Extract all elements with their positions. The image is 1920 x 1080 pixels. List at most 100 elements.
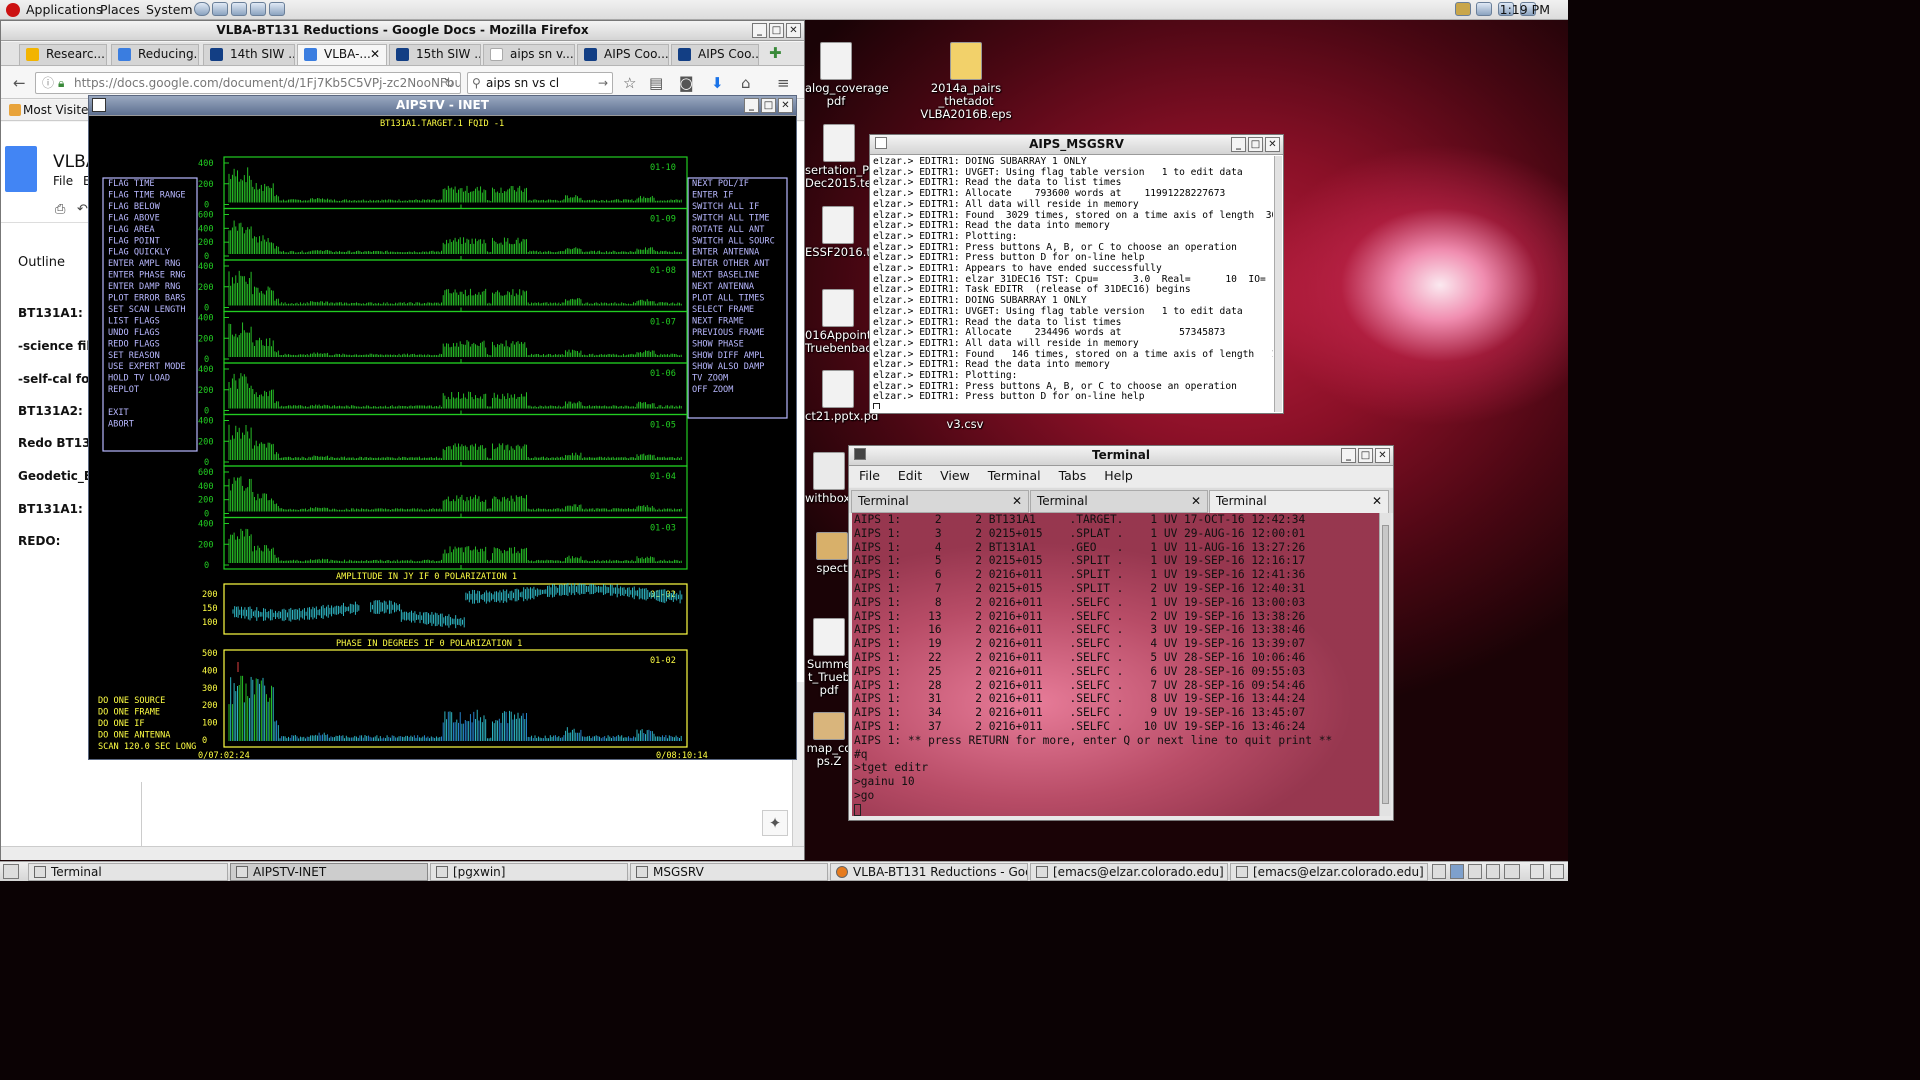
docs-logo-icon[interactable] <box>5 146 37 192</box>
msgsrv-titlebar[interactable]: AIPS_MSGSRV _ □ ✕ <box>870 135 1283 155</box>
editor-launcher-icon[interactable] <box>250 2 266 16</box>
desktop-icon-appointment[interactable]: 016Appointm Truebenbac <box>805 289 883 355</box>
browser-launcher-icon[interactable] <box>194 2 210 16</box>
taskbar-item[interactable]: MSGSRV <box>630 863 828 881</box>
menu-option[interactable]: SHOW DIFF AMPL <box>692 351 764 361</box>
menu-option[interactable]: UNDO FLAGS <box>108 328 160 338</box>
menu-option[interactable]: SELECT FRAME <box>692 305 754 315</box>
menu-option[interactable]: SWITCH ALL TIME <box>692 213 770 223</box>
outline-item[interactable]: BT131A1: <box>18 306 83 320</box>
menu-option[interactable]: SET REASON <box>108 351 160 361</box>
back-icon[interactable]: ← <box>13 74 26 92</box>
menu-edit[interactable]: Edit <box>898 468 922 483</box>
desktop-icon-map[interactable]: map_co ps.Z <box>805 712 853 768</box>
close-button[interactable]: ✕ <box>786 23 801 38</box>
menu-option[interactable]: ENTER AMPL RNG <box>108 259 180 269</box>
menu-option[interactable]: PLOT ERROR BARS <box>108 294 186 304</box>
terminal-tab[interactable]: Terminal ✕ <box>1030 490 1208 513</box>
desktop-icon-eps[interactable]: 2014a_pairs _thetadot VLBA2016B.eps <box>918 42 1014 121</box>
print-icon[interactable]: ⎙ <box>55 202 65 217</box>
close-button[interactable]: ✕ <box>1375 448 1390 463</box>
file-menu[interactable]: File <box>53 174 73 188</box>
show-desktop-icon[interactable] <box>3 864 19 879</box>
pocket-icon[interactable]: ◙ <box>679 74 694 92</box>
menu-option[interactable]: ENTER IF <box>692 190 733 200</box>
menu-option[interactable]: NEXT POL/IF <box>692 179 749 189</box>
browser-tab[interactable]: AIPS Coo... <box>671 44 759 65</box>
minimize-button[interactable]: _ <box>744 98 759 113</box>
aipstv-titlebar[interactable]: AIPSTV - INET _ □ ✕ <box>89 96 796 116</box>
most-visited-link[interactable]: Most Visited <box>23 103 96 117</box>
maximize-button[interactable]: □ <box>761 98 776 113</box>
terminal-titlebar[interactable]: Terminal _ □ ✕ <box>849 446 1393 466</box>
notes-launcher-icon[interactable] <box>269 2 285 16</box>
terminal-app-icon[interactable] <box>854 448 866 460</box>
taskbar-item-active[interactable]: AIPSTV-INET <box>230 863 428 881</box>
taskbar-item[interactable]: [emacs@elzar.colorado.edu] <box>1030 863 1228 881</box>
reload-icon[interactable]: ↻ <box>444 73 454 93</box>
menu-option[interactable]: FLAG AREA <box>108 225 155 235</box>
menu-option[interactable]: NEXT BASELINE <box>692 271 759 281</box>
close-tab-icon[interactable]: ✕ <box>1012 491 1022 512</box>
menu-option[interactable]: NEXT ANTENNA <box>692 282 755 292</box>
places-menu[interactable]: Places <box>100 2 140 17</box>
taskbar-item[interactable]: VLBA-BT131 Reductions - Goo... <box>830 863 1028 881</box>
menu-option[interactable]: USE EXPERT MODE <box>108 362 186 372</box>
reading-list-icon[interactable]: ▤ <box>649 74 663 92</box>
menu-option[interactable]: FLAG QUICKLY <box>108 248 171 258</box>
menu-option[interactable]: ENTER PHASE RNG <box>108 271 186 281</box>
menu-option[interactable]: PLOT ALL TIMES <box>692 294 764 304</box>
menu-option[interactable]: SCAN 120.0 SEC LONG <box>98 742 196 752</box>
menu-option[interactable]: FLAG POINT <box>108 236 160 246</box>
x-window-icon[interactable] <box>92 98 106 112</box>
maximize-button[interactable]: □ <box>769 23 784 38</box>
taskbar-item[interactable]: [pgxwin] <box>430 863 628 881</box>
menu-option[interactable]: SWITCH ALL SOURC <box>692 236 775 246</box>
menu-option[interactable]: DO ONE IF <box>98 719 145 729</box>
browser-tab[interactable]: Reducing... <box>111 44 199 65</box>
terminal-output[interactable]: AIPS 1: 2 2 BT131A1 .TARGET. 1 UV 17-OCT… <box>852 513 1380 816</box>
browser-tab[interactable]: aips sn v... <box>483 44 575 65</box>
updates-tray-icon[interactable] <box>1455 2 1471 16</box>
workspace-5[interactable] <box>1504 864 1520 879</box>
workspace-3[interactable] <box>1468 864 1482 879</box>
close-button[interactable]: ✕ <box>1265 137 1280 152</box>
workspace-2[interactable] <box>1450 864 1464 879</box>
menu-option[interactable]: ENTER OTHER ANT <box>692 259 770 269</box>
close-tab-icon[interactable]: ✕ <box>370 45 380 64</box>
browser-tab-active[interactable]: VLBA-... ✕ <box>297 44 387 65</box>
menu-option[interactable]: PREVIOUS FRAME <box>692 328 764 338</box>
close-button[interactable]: ✕ <box>778 98 793 113</box>
bookmark-star-icon[interactable]: ☆ <box>623 74 636 92</box>
message-log[interactable]: elzar.> EDITR1: DOING SUBARRAY 1 ONLY elz… <box>873 157 1273 409</box>
menu-tabs[interactable]: Tabs <box>1059 468 1087 483</box>
aips-tv-display[interactable]: BT131A1.TARGET.1 FQID -1 FLAG TIMEFLAG TI… <box>90 117 796 759</box>
system-menu[interactable]: System <box>146 2 193 17</box>
menu-option[interactable]: OFF ZOOM <box>692 385 733 395</box>
menu-option[interactable]: ABORT <box>108 419 134 429</box>
close-tab-icon[interactable]: ✕ <box>1191 491 1201 512</box>
horizontal-scrollbar[interactable] <box>1 846 804 860</box>
clock-applet-icon[interactable] <box>1550 864 1564 879</box>
menu-option[interactable]: FLAG TIME RANGE <box>108 190 186 200</box>
menu-option[interactable]: ROTATE ALL ANT <box>692 225 764 235</box>
outline-item[interactable]: REDO: <box>18 534 60 548</box>
new-tab-icon[interactable]: ✚ <box>769 44 782 62</box>
menu-file[interactable]: File <box>859 468 880 483</box>
vertical-scrollbar[interactable] <box>1379 513 1391 816</box>
maximize-button[interactable]: □ <box>1358 448 1373 463</box>
vertical-scrollbar[interactable] <box>1274 156 1282 412</box>
document-launcher-icon[interactable] <box>231 2 247 16</box>
menu-option[interactable]: FLAG ABOVE <box>108 213 160 223</box>
menu-option[interactable]: SWITCH ALL IF <box>692 202 759 212</box>
menu-option[interactable]: SHOW PHASE <box>692 339 744 349</box>
explore-button[interactable]: ✦ <box>762 810 788 836</box>
browser-tab[interactable]: AIPS Coo... <box>577 44 669 65</box>
clock[interactable]: 1:19 PM <box>1500 2 1550 17</box>
outline-item[interactable]: BT131A1: <box>18 502 83 516</box>
menu-option[interactable]: LIST FLAGS <box>108 316 160 326</box>
window-menu-icon[interactable] <box>875 137 887 149</box>
undo-icon[interactable]: ↶ <box>77 202 88 217</box>
minimize-button[interactable]: _ <box>1341 448 1356 463</box>
maximize-button[interactable]: □ <box>1248 137 1263 152</box>
